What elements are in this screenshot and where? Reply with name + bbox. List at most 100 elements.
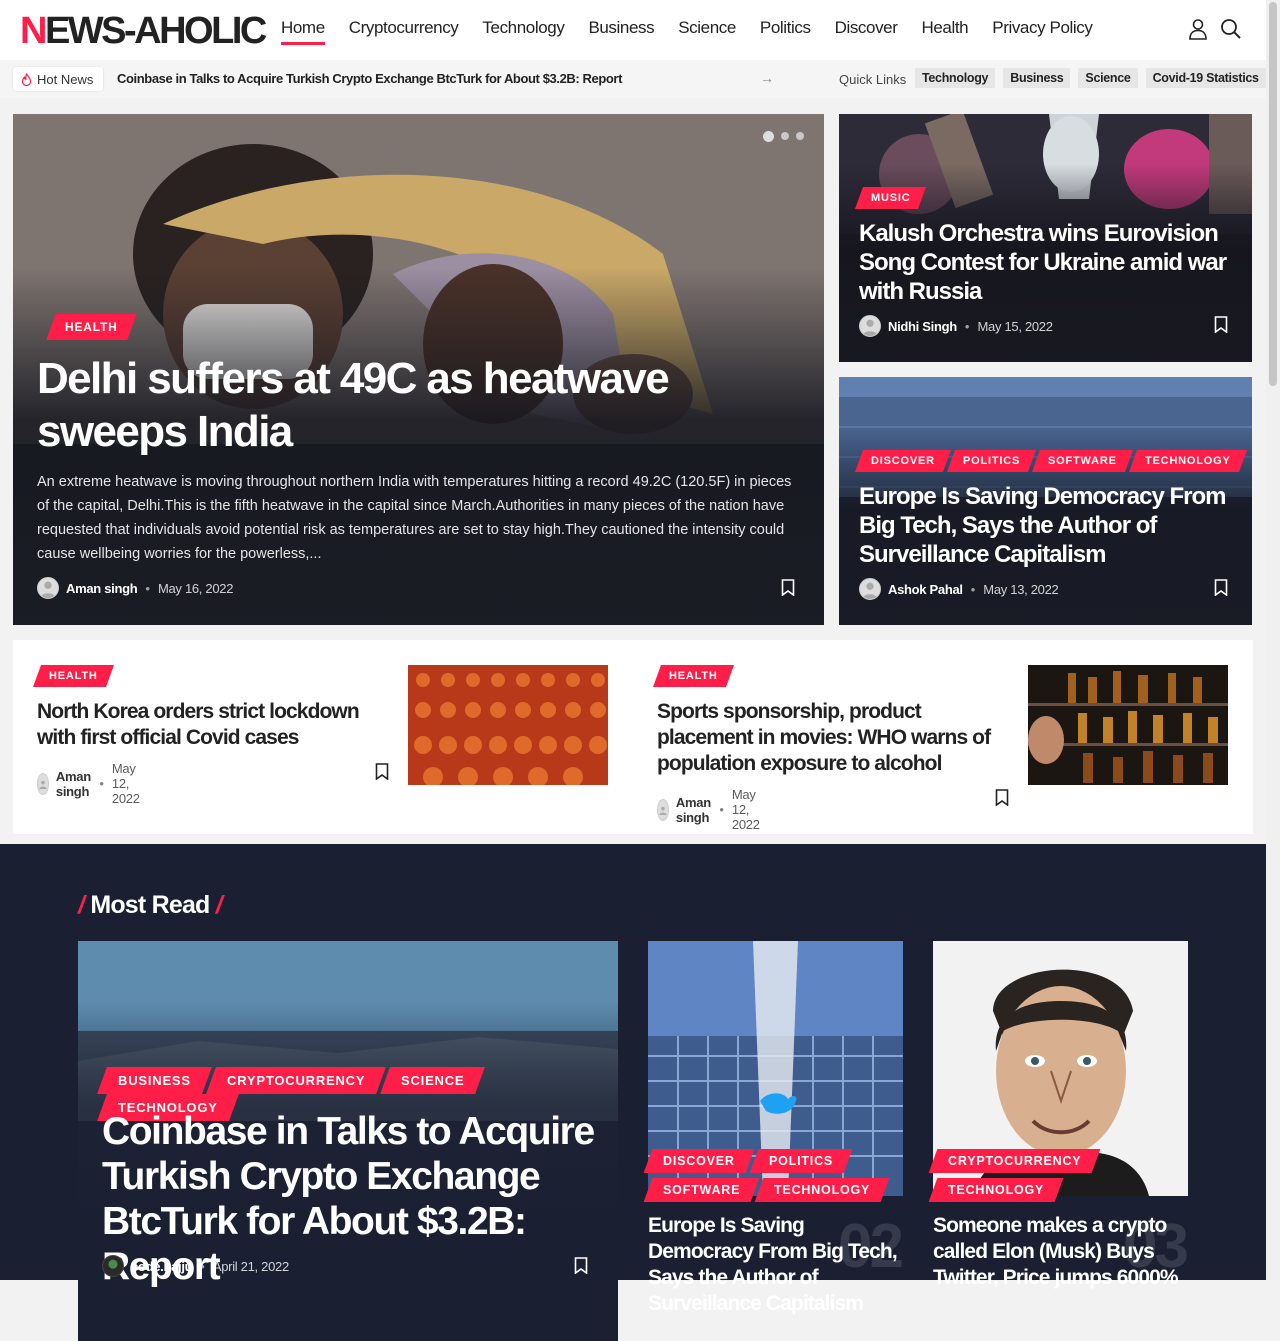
category-tag[interactable]: DISCOVER [854, 450, 951, 472]
author-name[interactable]: Aman singh [56, 769, 91, 799]
avatar[interactable] [37, 772, 49, 795]
most-read-item-2-categories: DISCOVER POLITICS SOFTWARE TECHNOLOGY [643, 1149, 903, 1207]
hero-categories: HEALTH [46, 314, 137, 340]
side-card-1-title[interactable]: Kalush Orchestra wins Eurovision Song Co… [859, 219, 1239, 306]
avatar[interactable] [859, 315, 881, 337]
category-tag[interactable]: CRYPTOCURRENCY [928, 1149, 1101, 1173]
most-read-item-2-title[interactable]: Europe Is Saving Democracy From Big Tech… [648, 1213, 903, 1317]
quick-link-business[interactable]: Business [1003, 68, 1071, 88]
avatar[interactable] [657, 798, 669, 821]
category-tag[interactable]: SOFTWARE [643, 1178, 760, 1202]
arrow-right-icon[interactable]: → [760, 70, 774, 86]
site-header: NEWS-AHOLIC Home Cryptocurrency Technolo… [0, 0, 1266, 60]
author-name[interactable]: Ashok Pahal [888, 582, 963, 597]
user-icon[interactable] [1188, 18, 1208, 40]
category-tag[interactable]: TECHNOLOGY [1128, 450, 1247, 472]
hero-title[interactable]: Delhi suffers at 49C as heatwave sweeps … [37, 352, 797, 458]
category-tag[interactable]: SOFTWARE [1031, 450, 1133, 472]
hero-meta: Aman singh • May 16, 2022 [37, 577, 233, 599]
category-tag[interactable]: DISCOVER [643, 1149, 755, 1173]
row-item-2-title[interactable]: Sports sponsorship, product placement in… [657, 699, 1007, 777]
slider-dot-2[interactable] [781, 132, 789, 140]
side-card-2-categories: DISCOVER POLITICS SOFTWARE TECHNOLOGY [854, 450, 1247, 472]
category-tag[interactable]: HEALTH [46, 314, 137, 340]
side-card-1-meta: Nidhi Singh • May 15, 2022 [859, 315, 1053, 337]
nav-business[interactable]: Business [588, 18, 654, 45]
news-subbar: Hot News Coinbase in Talks to Acquire Tu… [0, 60, 1266, 98]
category-tag[interactable]: POLITICS [946, 450, 1036, 472]
most-read-feature-meta: code.bajju • April 21, 2022 [102, 1255, 289, 1277]
row-item-1-title[interactable]: North Korea orders strict lockdown with … [37, 699, 387, 751]
most-read-section: / Most Read / BUSINESS CRYPTOCURRENCY SCIE… [0, 844, 1266, 1341]
post-date: May 13, 2022 [983, 581, 1059, 597]
site-logo[interactable]: NEWS-AHOLIC [20, 10, 267, 53]
quick-link-technology[interactable]: Technology [915, 68, 996, 88]
most-read-item-3-title[interactable]: Someone makes a crypto called Elon (Musk… [933, 1213, 1188, 1291]
hero-card[interactable]: HEALTH Delhi suffers at 49C as heatwave … [13, 114, 824, 625]
category-tag[interactable]: TECHNOLOGY [754, 1178, 890, 1202]
post-date: May 15, 2022 [977, 318, 1053, 334]
most-read-item-2[interactable]: DISCOVER POLITICSSOFTWARE TECHNOLOGY 02 Eu… [643, 941, 904, 1315]
nav-cryptocurrency[interactable]: Cryptocurrency [349, 18, 459, 45]
meta-separator: • [970, 581, 976, 597]
quick-link-science[interactable]: Science [1078, 68, 1138, 88]
post-date: May 12, 2022 [111, 761, 140, 806]
side-card-1[interactable]: MUSIC Kalush Orchestra wins Eurovision S… [839, 114, 1252, 362]
avatar[interactable] [37, 577, 59, 599]
avatar[interactable] [859, 578, 881, 600]
avatar[interactable] [102, 1255, 124, 1277]
most-read-item-3-categories: CRYPTOCURRENCY TECHNOLOGY [928, 1149, 1188, 1207]
nav-privacy-policy[interactable]: Privacy Policy [992, 18, 1093, 45]
post-date: April 21, 2022 [212, 1258, 289, 1274]
meta-separator: • [964, 318, 970, 334]
nav-technology[interactable]: Technology [482, 18, 564, 45]
ticker-headline[interactable]: Coinbase in Talks to Acquire Turkish Cry… [117, 71, 622, 86]
nav-discover[interactable]: Discover [835, 18, 898, 45]
category-tag[interactable]: CRYPTOCURRENCY [205, 1067, 387, 1094]
author-name[interactable]: code.bajju [131, 1259, 193, 1274]
row-item-2-thumbnail[interactable] [1028, 665, 1228, 785]
most-read-feature[interactable]: BUSINESS CRYPTOCURRENCY SCIENCETECHNOLOGY … [78, 941, 618, 1341]
side-card-2-title[interactable]: Europe Is Saving Democracy From Big Tech… [859, 482, 1239, 569]
nav-health[interactable]: Health [922, 18, 969, 45]
author-name[interactable]: Aman singh [66, 581, 138, 596]
category-tag[interactable]: SCIENCE [380, 1067, 486, 1094]
meta-separator: • [200, 1258, 205, 1274]
slider-dot-1[interactable] [763, 131, 774, 142]
category-tag[interactable]: TECHNOLOGY [928, 1178, 1064, 1202]
side-card-1-categories: MUSIC [854, 187, 927, 209]
side-card-2-meta: Ashok Pahal • May 13, 2022 [859, 578, 1059, 600]
side-card-2[interactable]: DISCOVER POLITICS SOFTWARE TECHNOLOGY Europ… [839, 377, 1252, 625]
bookmark-icon[interactable] [995, 789, 1009, 806]
author-name[interactable]: Aman singh [676, 795, 711, 825]
category-tag[interactable]: HEALTH [32, 665, 114, 687]
hero-excerpt: An extreme heatwave is moving throughout… [37, 474, 792, 562]
scrollbar-thumb[interactable] [1269, 2, 1277, 386]
header-actions [1188, 18, 1242, 40]
bookmark-icon[interactable] [375, 763, 389, 780]
row-item-1-thumbnail[interactable] [408, 665, 608, 785]
category-tag[interactable]: POLITICS [749, 1149, 853, 1173]
meta-separator: • [145, 580, 150, 596]
bookmark-icon[interactable] [574, 1257, 588, 1274]
hot-news-label: Hot News [37, 71, 94, 87]
author-name[interactable]: Nidhi Singh [888, 319, 957, 334]
bookmark-icon[interactable] [781, 579, 795, 596]
quick-links-label: Quick Links [839, 72, 907, 87]
category-tag[interactable]: HEALTH [652, 665, 734, 687]
quick-link-covid-statistics[interactable]: Covid-19 Statistics [1145, 68, 1266, 88]
slider-dot-3[interactable] [796, 132, 804, 140]
nav-home[interactable]: Home [281, 18, 325, 45]
meta-separator: • [99, 776, 104, 791]
bookmark-icon[interactable] [1214, 579, 1228, 596]
category-tag[interactable]: MUSIC [854, 187, 927, 209]
search-icon[interactable] [1220, 18, 1242, 40]
most-read-item-3[interactable]: CRYPTOCURRENCY TECHNOLOGY 03 Someone mak… [928, 941, 1189, 1289]
page-scrollbar[interactable] [1266, 0, 1280, 1280]
hot-news-badge: Hot News [13, 67, 104, 91]
category-tag[interactable]: BUSINESS [97, 1067, 212, 1094]
bookmark-icon[interactable] [1214, 316, 1228, 333]
quick-links: Technology Business Science Covid-19 Sta… [915, 68, 1266, 88]
nav-science[interactable]: Science [678, 18, 736, 45]
nav-politics[interactable]: Politics [760, 18, 811, 45]
